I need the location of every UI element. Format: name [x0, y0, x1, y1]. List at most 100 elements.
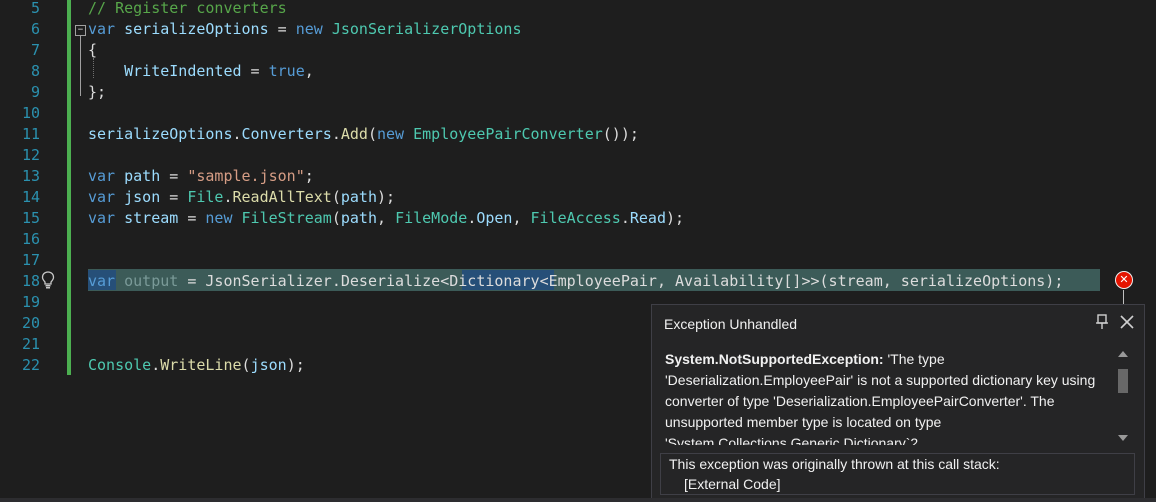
- code-punct: );: [377, 188, 396, 206]
- code-line-15[interactable]: var stream = new FileStream(path, FileMo…: [88, 208, 684, 229]
- code-comment: // Register converters: [88, 0, 287, 17]
- code-punct: .: [467, 209, 477, 227]
- lightbulb-icon[interactable]: [41, 271, 55, 289]
- code-operator: =: [160, 167, 188, 185]
- code-keyword: var: [88, 209, 116, 227]
- code-brace: };: [88, 83, 107, 101]
- code-line-9[interactable]: };: [88, 82, 106, 103]
- code-punct: ,: [512, 209, 531, 227]
- line-number: 7: [30, 41, 40, 59]
- code-string: "sample.json": [187, 167, 305, 185]
- code-identifier: json: [124, 188, 161, 206]
- code-punct: .: [620, 209, 630, 227]
- exception-type: System.NotSupportedException:: [665, 351, 884, 367]
- pin-icon[interactable]: [1095, 313, 1109, 331]
- code-punct: (: [367, 125, 377, 143]
- code-punct: );: [286, 356, 305, 374]
- code-method: WriteLine: [160, 356, 242, 374]
- code-operator: =: [268, 20, 296, 38]
- code-punct: (: [241, 356, 251, 374]
- exception-message[interactable]: System.NotSupportedException: 'The type …: [665, 349, 1105, 445]
- code-line-22[interactable]: Console.WriteLine(json);: [88, 355, 305, 376]
- scroll-up-arrow-icon[interactable]: [1118, 351, 1128, 357]
- line-number: 18: [21, 272, 40, 290]
- code-line-6[interactable]: var serializeOptions = new JsonSerialize…: [88, 19, 522, 40]
- line-number: 9: [30, 83, 40, 101]
- line-number: 13: [21, 167, 40, 185]
- code-method: ReadAllText: [232, 188, 332, 206]
- code-identifier: Read: [629, 209, 666, 227]
- line-number: 17: [21, 251, 40, 269]
- code-line-8[interactable]: WriteIndented = true,: [88, 61, 314, 82]
- line-number: 10: [21, 104, 40, 122]
- line-number: 6: [30, 20, 40, 38]
- code-keyword: true: [268, 62, 305, 80]
- collapse-region-icon[interactable]: −: [75, 25, 86, 36]
- code-type: Console: [88, 356, 152, 374]
- code-identifier: path: [340, 209, 377, 227]
- line-number: 21: [21, 335, 40, 353]
- call-stack-title: This exception was originally thrown at …: [669, 456, 1000, 472]
- code-keyword: var: [88, 188, 116, 206]
- code-identifier: output: [115, 272, 179, 290]
- code-type: JsonSerializerOptions: [331, 20, 522, 38]
- code-line-13[interactable]: var path = "sample.json";: [88, 166, 314, 187]
- code-punct: .: [151, 356, 161, 374]
- popup-connector: [1123, 290, 1124, 304]
- code-type: File: [187, 188, 224, 206]
- code-punct: (: [331, 188, 341, 206]
- message-scrollbar[interactable]: [1115, 349, 1131, 445]
- code-identifier: json: [250, 356, 287, 374]
- code-identifier: WriteIndented: [124, 62, 242, 80]
- code-keyword: new: [205, 209, 233, 227]
- code-keyword: new: [377, 125, 405, 143]
- line-number: 8: [30, 62, 40, 80]
- code-keyword: var: [88, 20, 116, 38]
- code-keyword: var: [88, 167, 116, 185]
- code-expression: <EmployeePair, Availability[]>>(stream, …: [539, 272, 1064, 290]
- code-operator: =: [241, 62, 269, 80]
- code-punct: .: [232, 125, 242, 143]
- line-number-gutter: 5 6 7 8 9 10 11 12 13 14 15 16 17 18 19 …: [0, 0, 72, 502]
- code-line-7[interactable]: {: [88, 40, 97, 61]
- fold-guide-line: [80, 36, 81, 96]
- code-punct: (: [331, 209, 341, 227]
- code-punct: ,: [377, 209, 396, 227]
- line-number: 5: [30, 0, 40, 17]
- code-identifier: Open: [476, 209, 513, 227]
- close-icon[interactable]: [1118, 313, 1136, 331]
- code-line-14[interactable]: var json = File.ReadAllText(path);: [88, 187, 395, 208]
- code-line-5[interactable]: // Register converters: [88, 0, 287, 19]
- code-punct: );: [666, 209, 685, 227]
- editor-bottom-edge: [0, 498, 1156, 502]
- code-operator: =: [178, 209, 206, 227]
- code-punct: ());: [602, 125, 639, 143]
- exception-popup: Exception Unhandled System.NotSupportedE…: [651, 304, 1145, 502]
- code-identifier: path: [340, 188, 377, 206]
- code-line-11[interactable]: serializeOptions.Converters.Add(new Empl…: [88, 124, 639, 145]
- error-x-icon[interactable]: ✕: [1116, 272, 1132, 288]
- code-identifier: serializeOptions: [124, 20, 269, 38]
- code-punct: .: [223, 188, 233, 206]
- line-number: 12: [21, 146, 40, 164]
- line-number: 20: [21, 314, 40, 332]
- code-identifier: Converters: [241, 125, 332, 143]
- code-brace: {: [88, 41, 98, 59]
- call-stack-section: This exception was originally thrown at …: [660, 453, 1135, 495]
- code-type: FileStream: [241, 209, 332, 227]
- line-number: 14: [21, 188, 40, 206]
- code-punct: .: [331, 125, 341, 143]
- code-line-18[interactable]: var output = JsonSerializer.Deserialize<…: [88, 271, 1063, 292]
- code-punct: ;: [304, 167, 314, 185]
- call-stack-item[interactable]: [External Code]: [684, 476, 781, 492]
- code-operator: =: [160, 188, 188, 206]
- code-type: FileMode: [395, 209, 468, 227]
- scroll-thumb[interactable]: [1118, 369, 1128, 393]
- line-number: 11: [21, 125, 40, 143]
- code-keyword: var: [88, 272, 116, 290]
- line-number: 16: [21, 230, 40, 248]
- code-identifier: stream: [124, 209, 179, 227]
- scroll-down-arrow-icon[interactable]: [1118, 435, 1128, 441]
- code-type: EmployeePairConverter: [413, 125, 603, 143]
- code-keyword: new: [295, 20, 323, 38]
